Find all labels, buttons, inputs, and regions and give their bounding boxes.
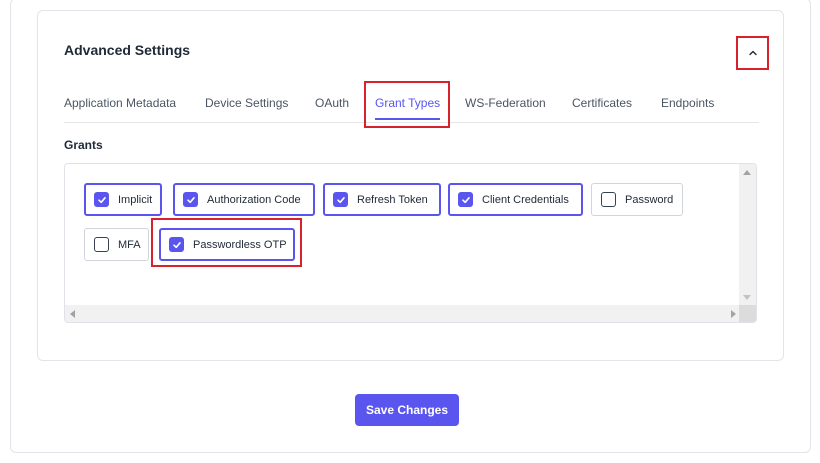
grant-label: Client Credentials [482, 193, 569, 206]
checkbox-checked-icon[interactable] [333, 192, 348, 207]
grant-label: Refresh Token [357, 193, 428, 206]
checkbox-checked-icon[interactable] [183, 192, 198, 207]
scroll-left-icon[interactable] [70, 310, 75, 318]
checkbox-checked-icon[interactable] [458, 192, 473, 207]
scroll-right-icon[interactable] [731, 310, 736, 318]
tab-device-settings[interactable]: Device Settings [205, 96, 288, 110]
grant-refresh-token[interactable]: Refresh Token [323, 183, 441, 216]
grants-label: Grants [64, 138, 103, 152]
grant-mfa[interactable]: MFA [84, 228, 149, 261]
scroll-down-icon[interactable] [743, 295, 751, 300]
collapse-button[interactable] [736, 36, 769, 70]
grant-label: MFA [118, 238, 141, 251]
grant-label: Password [625, 193, 674, 206]
grant-label: Implicit [118, 193, 153, 206]
checkbox-unchecked-icon[interactable] [601, 192, 616, 207]
scroll-corner [739, 305, 756, 322]
grant-authorization-code[interactable]: Authorization Code [173, 183, 315, 216]
tab-oauth[interactable]: OAuth [315, 96, 349, 110]
chevron-up-icon [748, 50, 757, 56]
horizontal-scrollbar[interactable] [65, 305, 741, 322]
checkbox-checked-icon[interactable] [94, 192, 109, 207]
save-changes-button[interactable]: Save Changes [355, 394, 459, 426]
checkbox-unchecked-icon[interactable] [94, 237, 109, 252]
grant-client-credentials[interactable]: Client Credentials [448, 183, 583, 216]
tab-certificates[interactable]: Certificates [572, 96, 632, 110]
grant-password[interactable]: Password [591, 183, 683, 216]
grant-implicit[interactable]: Implicit [84, 183, 162, 216]
tab-application-metadata[interactable]: Application Metadata [64, 96, 176, 110]
passwordless-otp-highlight [151, 218, 302, 267]
grant-types-highlight [364, 81, 450, 128]
tab-endpoints[interactable]: Endpoints [661, 96, 714, 110]
section-title: Advanced Settings [64, 42, 191, 58]
scroll-up-icon[interactable] [743, 170, 751, 175]
grant-label: Authorization Code [207, 193, 301, 206]
vertical-scrollbar[interactable] [739, 164, 756, 306]
tab-ws-federation[interactable]: WS-Federation [465, 96, 546, 110]
